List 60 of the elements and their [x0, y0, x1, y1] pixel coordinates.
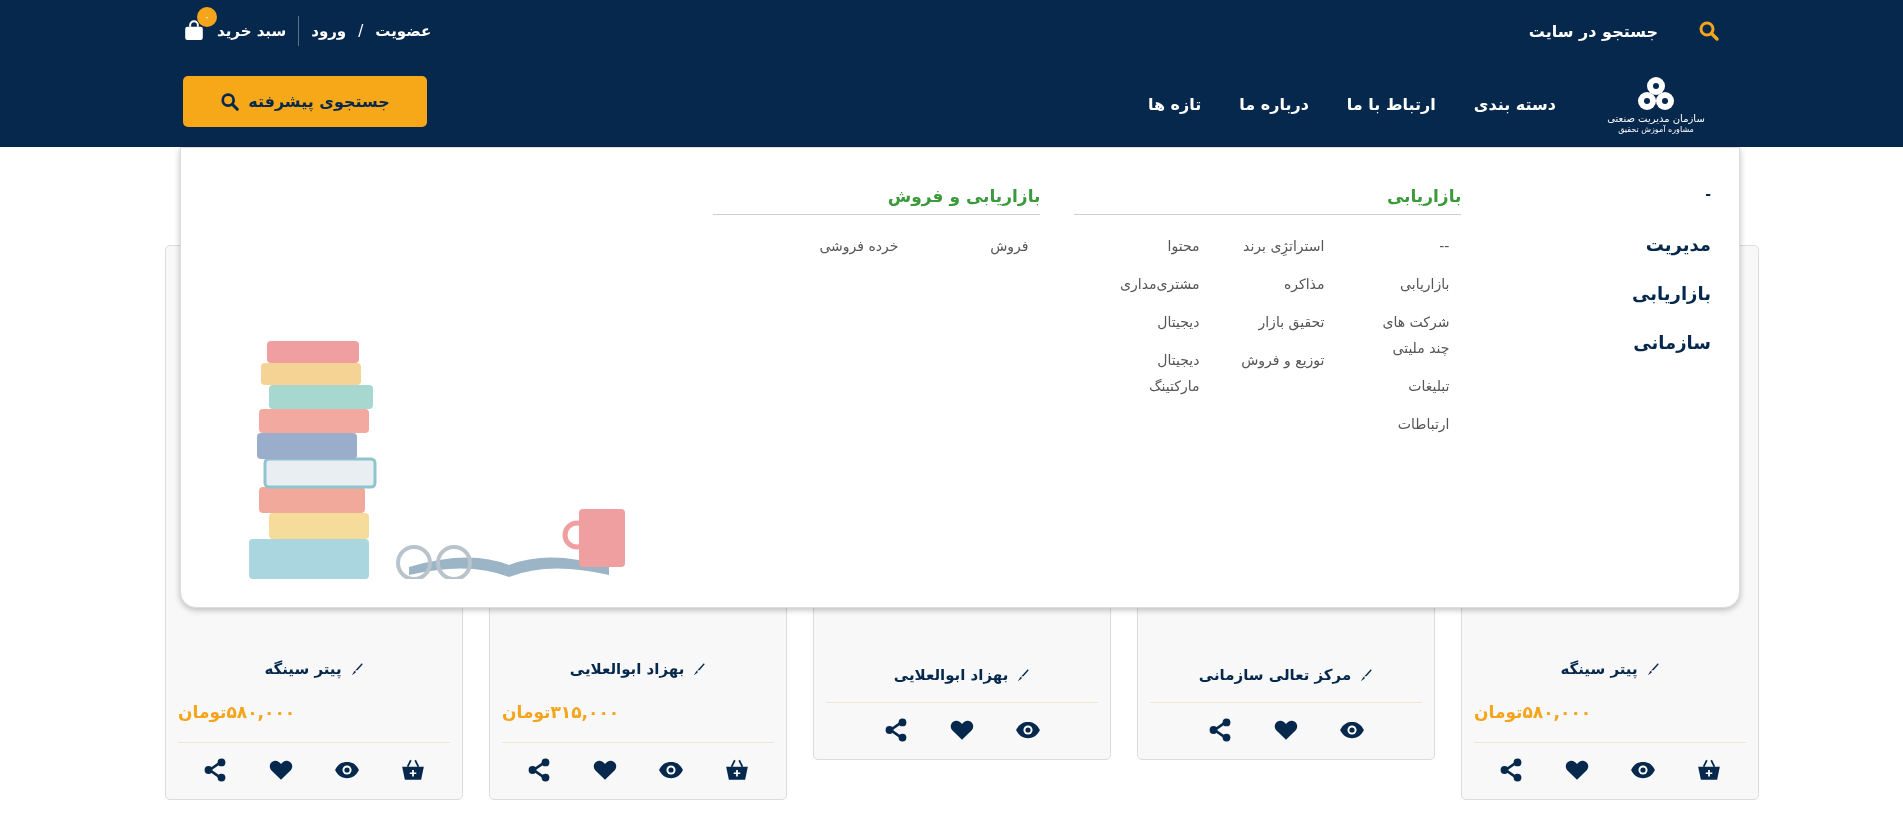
- submenu-link[interactable]: ارتباطات: [1364, 411, 1450, 437]
- submenu-link[interactable]: دیجیتال مارکتینگ: [1114, 347, 1200, 399]
- cart-count-badge: ۰: [197, 7, 217, 27]
- submenu-link[interactable]: تحقیق بازار: [1239, 309, 1325, 335]
- submenu-link[interactable]: شرکت های چند ملیتی: [1364, 309, 1450, 361]
- cart-link[interactable]: سبد خرید: [217, 22, 287, 40]
- submenu-link[interactable]: فروش: [938, 233, 1029, 259]
- price-text: ۵۸۰,۰۰۰تومان: [178, 702, 296, 722]
- share-icon[interactable]: [202, 757, 228, 783]
- shopping-bag-icon[interactable]: [183, 19, 205, 41]
- pen-icon: [692, 662, 707, 676]
- author-name[interactable]: بهزاد ابوالعلایی: [502, 660, 774, 678]
- author-name[interactable]: بهزاد ابوالعلایی: [826, 666, 1098, 684]
- logo[interactable]: سازمان مدیریت صنعتی مشاوره آموزش تحقیق: [1592, 75, 1720, 134]
- category-link[interactable]: مدیریت: [1461, 234, 1711, 255]
- nav-link[interactable]: تازه ها: [1147, 95, 1202, 114]
- share-icon[interactable]: [1498, 757, 1524, 783]
- pen-icon: [1359, 668, 1374, 682]
- submenu-link[interactable]: دیجیتال: [1114, 309, 1200, 335]
- submenu-link[interactable]: مذاکره: [1239, 271, 1325, 297]
- price-text: ۵۸۰,۰۰۰تومان: [1474, 702, 1592, 722]
- logo-mark-icon: [1636, 75, 1676, 112]
- submenu-link[interactable]: بازاریابی: [1364, 271, 1450, 297]
- nav-link[interactable]: ارتباط با ما: [1346, 95, 1436, 114]
- advanced-search-button[interactable]: جستجوی پیشرفته: [183, 76, 427, 127]
- register-link[interactable]: عضویت: [375, 22, 432, 40]
- submenu-link[interactable]: محتوا: [1114, 233, 1200, 259]
- author-name[interactable]: مرکز تعالی سازمانی: [1150, 666, 1422, 684]
- logo-title: سازمان مدیریت صنعتی: [1607, 112, 1705, 124]
- separator-text: /: [358, 22, 364, 40]
- share-icon[interactable]: [883, 717, 909, 743]
- submenu-link[interactable]: مشتری‌مداری: [1114, 271, 1200, 297]
- share-icon[interactable]: [526, 757, 552, 783]
- search-icon[interactable]: [1698, 20, 1720, 42]
- login-link[interactable]: ورود: [311, 22, 347, 40]
- nav-link[interactable]: دسته بندی: [1473, 95, 1556, 114]
- pen-icon: [1016, 668, 1031, 682]
- submenu-link[interactable]: توزیع و فروش: [1239, 347, 1325, 373]
- submenu-link[interactable]: خرده فروشی: [808, 233, 899, 259]
- price-text: ۳۱۵,۰۰۰تومان: [502, 702, 620, 722]
- basket-plus-icon[interactable]: [1696, 757, 1722, 783]
- section-heading[interactable]: بازاریابی و فروش: [713, 186, 1041, 215]
- author-name[interactable]: پیتر سینگه: [178, 660, 450, 678]
- share-icon[interactable]: [1207, 717, 1233, 743]
- logo-subtitle: مشاوره آموزش تحقیق: [1618, 124, 1694, 134]
- pen-icon: [349, 662, 364, 676]
- category-link[interactable]: سازمانی: [1461, 332, 1711, 353]
- submenu-link[interactable]: تبلیغات: [1364, 373, 1450, 399]
- basket-plus-icon[interactable]: [724, 757, 750, 783]
- submenu-link[interactable]: --: [1364, 233, 1450, 259]
- submenu-link[interactable]: استراتژِی برند: [1239, 233, 1325, 259]
- author-name[interactable]: پیتر سینگه: [1474, 660, 1746, 678]
- pen-icon: [1645, 662, 1660, 676]
- menu-item[interactable]: -: [1461, 186, 1711, 202]
- section-heading[interactable]: بازاریابی: [1074, 186, 1462, 215]
- basket-plus-icon[interactable]: [400, 757, 426, 783]
- category-link[interactable]: بازاریابی: [1461, 283, 1711, 304]
- search-link[interactable]: جستجو در سایت: [1528, 21, 1658, 41]
- search-icon: [220, 91, 241, 112]
- nav-link[interactable]: درباره ما: [1239, 95, 1309, 114]
